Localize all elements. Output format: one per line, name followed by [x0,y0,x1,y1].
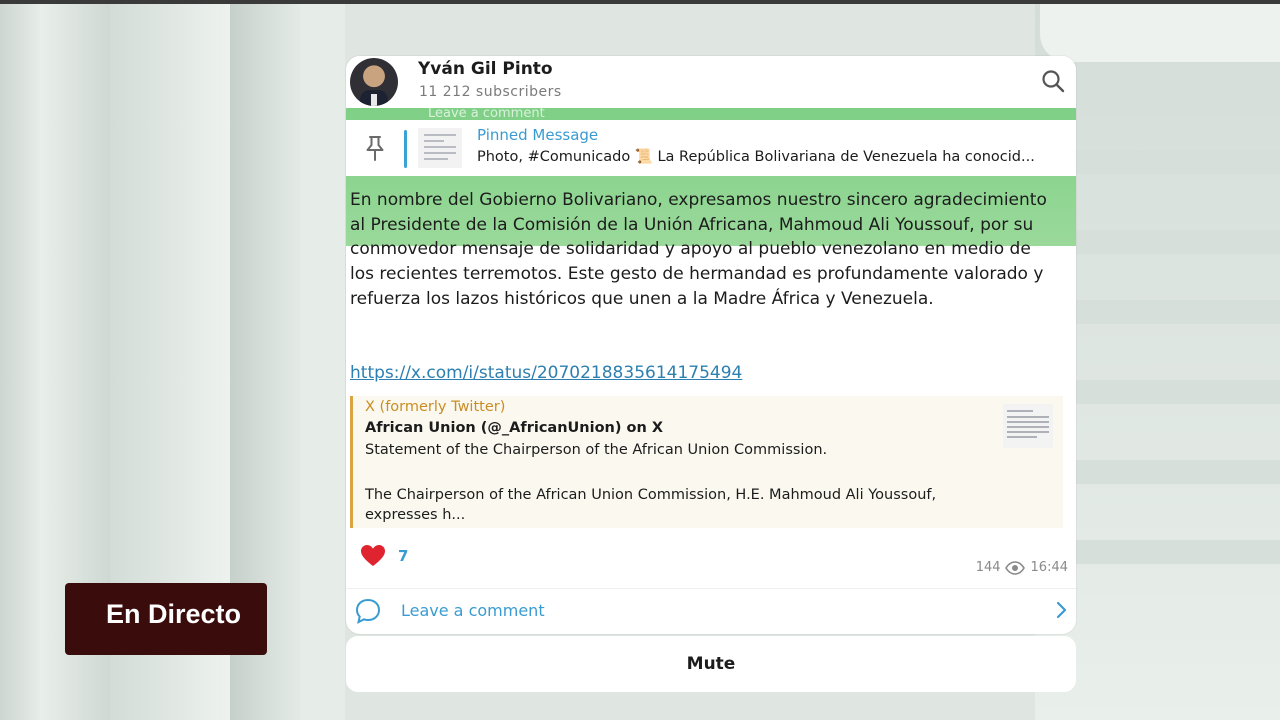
pinned-thumbnail [418,128,462,168]
heart-icon [361,545,385,566]
preview-description: Statement of the Chairperson of the Afri… [365,442,828,458]
channel-header[interactable]: Yván Gil Pinto 11 212 subscribers [346,56,1076,108]
pinned-message-bar[interactable]: Pinned Message Photo, #Comunicado 📜 La R… [346,120,1076,176]
comment-icon [355,598,381,624]
channel-avatar[interactable] [350,58,398,106]
preview-title: African Union (@_AfricanUnion) on X [365,420,664,436]
heart-reaction[interactable]: 7 [360,543,408,569]
comment-label: Leave a comment [401,601,545,620]
live-overlay: En Directo [65,583,267,655]
ghost-comment-text: Leave a comment [428,106,545,121]
chevron-right-icon[interactable] [1054,601,1068,619]
pinned-title: Pinned Message [477,126,599,144]
post-link[interactable]: https://x.com/i/status/20702188356141754… [350,363,742,383]
pinned-indicator [404,130,407,168]
telegram-channel-card: Leave a comment Yván Gil Pinto 11 212 su… [346,56,1076,634]
channel-name: Yván Gil Pinto [418,59,553,79]
search-icon[interactable] [1040,68,1066,94]
post-meta: 144 16:44 [976,560,1068,575]
live-label: En Directo [106,599,242,629]
reaction-count: 7 [398,547,409,565]
preview-source: X (formerly Twitter) [365,399,506,415]
link-preview[interactable]: X (formerly Twitter) African Union (@_Af… [350,396,1063,528]
preview-thumbnail [1003,404,1053,448]
leave-comment-bar[interactable]: Leave a comment [346,588,1076,633]
eye-icon [1004,560,1025,575]
preview-description-more: The Chairperson of the African Union Com… [365,487,937,523]
mute-button[interactable]: Mute [346,636,1076,692]
pinned-text: Photo, #Comunicado 📜 La República Boliva… [477,149,1035,165]
post-body: En nombre del Gobierno Bolivariano, expr… [350,190,1047,309]
post-time: 16:44 [1030,560,1068,575]
view-count: 144 [975,560,1001,575]
pin-icon[interactable] [362,134,388,162]
subscriber-count: 11 212 subscribers [419,84,562,100]
